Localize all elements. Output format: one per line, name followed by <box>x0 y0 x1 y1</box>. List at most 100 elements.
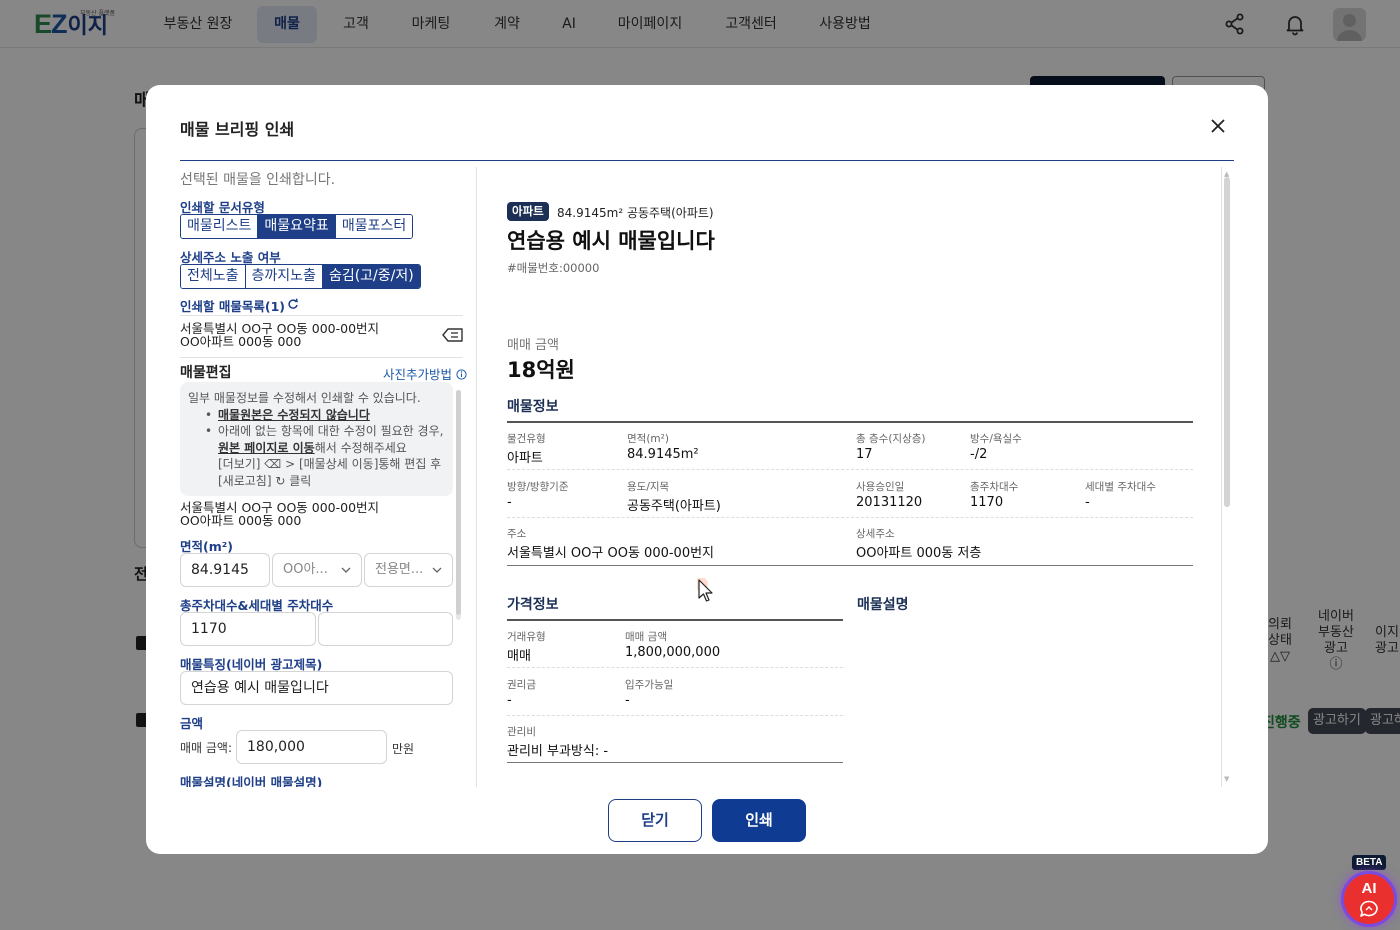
print-button[interactable]: 인쇄 <box>712 799 806 842</box>
address-value: 서울특별시 OO구 OO동 000-00번지 <box>507 546 715 561</box>
direction-value: - <box>507 495 512 510</box>
total-parking-input[interactable]: 1170 <box>180 612 316 646</box>
premium-value: - <box>507 693 512 708</box>
price-info-title: 가격정보 <box>507 597 559 613</box>
parking-key: 총주차대수 <box>970 481 1019 493</box>
ai-assistant-button[interactable]: AI <box>1341 871 1397 927</box>
close-button[interactable]: 닫기 <box>608 799 702 842</box>
approval-value: 20131120 <box>856 495 923 510</box>
left-scrollbar-thumb[interactable] <box>456 390 461 615</box>
premium-key: 권리금 <box>507 679 536 691</box>
list-divider-top <box>180 315 463 316</box>
detail-address-key: 상세주소 <box>856 528 895 540</box>
photo-guide-label: 사진추가방법 <box>383 367 453 382</box>
doc-type-selector: 매물리스트 매물요약표 매물포스터 <box>180 214 414 239</box>
photo-guide-link[interactable]: 사진추가방법 <box>383 364 467 383</box>
briefing-print-modal: 매물 브리핑 인쇄 선택된 매물을 인쇄합니다. 인쇄할 문서유형 매물리스트 … <box>146 85 1268 854</box>
mouse-cursor-icon <box>697 578 713 602</box>
area-value: 84.9145m² <box>627 447 699 462</box>
property-info-title: 매물정보 <box>507 399 559 415</box>
area-basis-select[interactable]: 전용면... <box>364 553 453 587</box>
exposure-option-floor[interactable]: 층까지노출 <box>245 265 323 288</box>
price-info-rule <box>507 619 843 621</box>
price-info-end-rule <box>507 762 843 763</box>
area-type-value: OO아... <box>283 562 328 577</box>
exposure-option-hidden[interactable]: 숨김(고/중/저) <box>322 265 420 288</box>
description-title: 매물설명 <box>857 597 909 613</box>
info-original-unchanged: 매물원본은 수정되지 않습니다 <box>218 407 370 422</box>
detail-address-value: OO아파트 000동 저층 <box>856 546 982 561</box>
print-options-panel: 선택된 매물을 인쇄합니다. 인쇄할 문서유형 매물리스트 매물요약표 매물포스… <box>180 167 470 787</box>
deal-type-value: 매매 <box>507 649 531 664</box>
floors-value: 17 <box>856 447 873 462</box>
property-info-rule <box>507 421 1193 423</box>
usage-key: 용도/지목 <box>627 481 670 493</box>
refresh-icon[interactable] <box>287 298 299 310</box>
sale-amount-key: 매매 금액 <box>625 631 667 643</box>
row-divider <box>507 715 843 716</box>
modal-title: 매물 브리핑 인쇄 <box>180 120 295 139</box>
go-to-original-link[interactable]: 원본 페이지로 이동 <box>218 441 315 455</box>
close-icon[interactable] <box>1208 116 1228 136</box>
preview-scroll-down-icon[interactable]: ▼ <box>1224 775 1229 783</box>
type-value: 아파트 <box>507 451 543 466</box>
sale-amount-value: 1,800,000,000 <box>625 645 721 660</box>
info-edit-post: 해서 수정해주세요 <box>314 440 407 455</box>
chevron-down-icon <box>341 567 351 573</box>
unit-parking-value: - <box>1085 495 1090 510</box>
direction-key: 방향/방향기준 <box>507 481 569 493</box>
tag-icon[interactable] <box>442 327 464 343</box>
doc-type-option-summary[interactable]: 매물요약표 <box>258 215 336 238</box>
address-key: 주소 <box>507 528 527 540</box>
unit-parking-key: 세대별 주차대수 <box>1085 481 1156 493</box>
area-input[interactable]: 84.9145 <box>180 553 270 587</box>
area-type-select[interactable]: OO아... <box>272 553 362 587</box>
title-divider <box>180 160 1234 161</box>
property-info-end-rule <box>507 565 1193 566</box>
edit-info-box: 일부 매물정보를 수정해서 인쇄할 수 있습니다. 매물원본은 수정되지 않습니… <box>180 382 453 496</box>
address-exposure-selector: 전체노출 층까지노출 숨김(고/중/저) <box>180 264 421 289</box>
type-key: 물건유형 <box>507 433 546 445</box>
naver-desc-label: 매물설명(네이버 매물설명) <box>180 775 323 787</box>
area-basis-value: 전용면... <box>375 562 424 577</box>
doc-type-option-poster[interactable]: 매물포스터 <box>335 215 413 238</box>
rooms-key: 방수/욕실수 <box>970 433 1022 445</box>
chevron-down-icon <box>432 567 442 573</box>
info-refresh-label: [새로고침] <box>218 473 272 488</box>
info-refresh-rest: 클릭 <box>285 473 312 488</box>
modal-description: 선택된 매물을 인쇄합니다. <box>180 172 336 188</box>
area-key: 면적(m²) <box>627 433 669 445</box>
info-more-label: [더보기] <box>218 457 261 471</box>
info-edit-pre: 아래에 없는 항목에 대한 수정이 필요한 경우, <box>218 424 444 438</box>
property-title: 연습용 예시 매물입니다 <box>507 229 715 253</box>
sale-amount-input[interactable]: 180,000 <box>236 730 387 764</box>
info-more-rest: > [매물상세 이동]통해 편집 후 <box>281 457 442 471</box>
parking-value: 1170 <box>970 495 1004 510</box>
preview-scrollbar-thumb[interactable] <box>1224 177 1230 507</box>
ai-beta-badge: BETA <box>1352 855 1387 870</box>
doc-type-option-list[interactable]: 매물리스트 <box>181 215 259 238</box>
approval-key: 사용승인일 <box>856 481 905 493</box>
mgmt-fee-key: 관리비 <box>507 726 536 738</box>
mgmt-fee-value: 관리비 부과방식: - <box>507 744 609 759</box>
chat-icon <box>1360 900 1378 917</box>
info-refresh-icon: ↻ <box>271 473 286 488</box>
usage-value: 공동주택(아파트) <box>627 499 721 514</box>
info-intro: 일부 매물정보를 수정해서 인쇄할 수 있습니다. <box>188 391 421 405</box>
price-label: 매매 금액 <box>507 338 559 353</box>
row-divider <box>507 667 843 668</box>
list-item-unit: OO아파트 000동 000 <box>180 334 302 349</box>
exposure-option-full[interactable]: 전체노출 <box>181 265 246 288</box>
feature-input[interactable]: 연습용 예시 매물입니다 <box>180 671 453 705</box>
list-divider-bottom <box>180 357 463 358</box>
edit-unit: OO아파트 000동 000 <box>180 513 302 528</box>
property-number: #매물번호:00000 <box>507 261 600 275</box>
property-type-badge: 아파트 <box>507 202 549 221</box>
price-value: 18억원 <box>507 358 575 382</box>
floors-key: 총 층수(지상층) <box>856 433 926 445</box>
edit-section-title: 매물편집 <box>180 365 232 381</box>
sale-amount-unit: 만원 <box>392 742 415 756</box>
info-icon <box>456 369 467 380</box>
unit-parking-input[interactable] <box>318 612 453 646</box>
move-in-key: 입주가능일 <box>625 679 674 691</box>
